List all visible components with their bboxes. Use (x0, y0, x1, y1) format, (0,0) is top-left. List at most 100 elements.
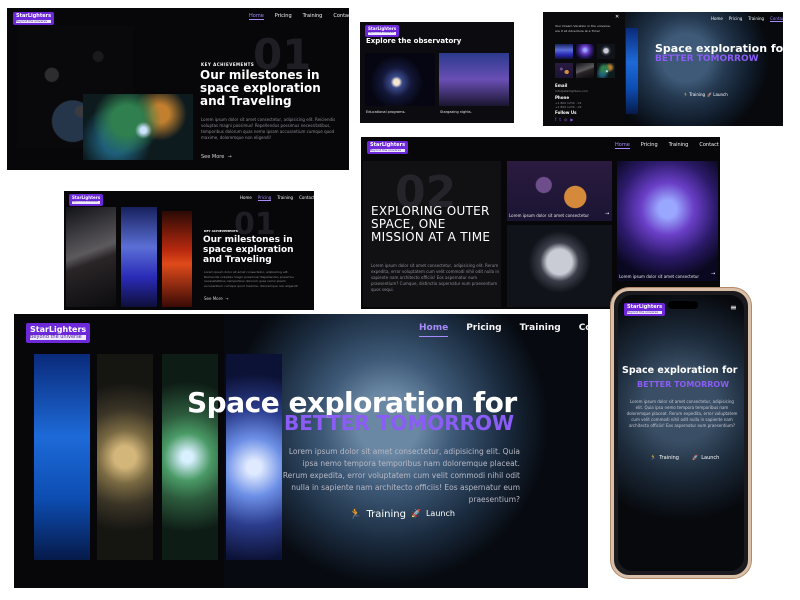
nav-training[interactable]: Training (748, 16, 764, 22)
hero-body: Lorem ipsum dolor sit amet consectetur, … (282, 447, 520, 504)
training-button[interactable]: 🏃 Training (683, 92, 705, 97)
arrow-right-icon[interactable]: → (605, 211, 609, 217)
arrow-right-icon: → (223, 296, 229, 301)
launch-label: Launch (425, 509, 455, 518)
contact-frame: ✕ Your Dream Vacation in the universe, a… (543, 12, 783, 126)
main-nav: Home Pricing Training Contact (249, 13, 349, 20)
brand-tagline: Beyond the universe (16, 20, 52, 23)
nav-pricing[interactable]: Pricing (729, 16, 742, 22)
brand-tagline: Beyond the universe (72, 200, 101, 204)
contact-intro: Your Dream Vacation in the universe, are… (555, 24, 611, 33)
nav-home[interactable]: Home (240, 195, 252, 201)
milestones-kicker: KEY ACHIEVEMENTS (204, 229, 238, 233)
nav-contact[interactable]: Contact (699, 142, 718, 149)
mission-card-caption-2: Lorem ipsum dolor sit amet consectetur (619, 274, 700, 279)
nav-home[interactable]: Home (419, 323, 449, 337)
see-more-link[interactable]: See More → (204, 296, 229, 301)
earth-image (621, 12, 783, 126)
nav-training[interactable]: Training (277, 195, 293, 201)
training-label: Training (689, 92, 706, 97)
phone-notch (668, 301, 698, 309)
nav-pricing[interactable]: Pricing (466, 323, 501, 337)
youtube-icon[interactable]: ▶ (570, 117, 576, 122)
blue-cloud-panel (34, 354, 90, 560)
email-label: Email (555, 83, 568, 88)
green-nebula-image (83, 94, 193, 160)
main-nav: Home Pricing Training Contact (711, 16, 783, 22)
thumb-4[interactable] (555, 63, 573, 78)
nav-contact[interactable]: Contact (299, 195, 314, 201)
arrow-right-icon[interactable]: → (711, 271, 715, 277)
nav-training[interactable]: Training (669, 142, 689, 149)
training-button[interactable]: 🏃 Training (349, 509, 406, 520)
mission-body: Lorem ipsum dolor sit amet consectetur, … (371, 263, 500, 292)
nav-pricing[interactable]: Pricing (641, 142, 658, 149)
stargazers-image[interactable] (439, 53, 509, 106)
observatory-caption-1: Educational programs. (366, 110, 406, 114)
email-value[interactable]: info@starlighters.com (555, 89, 588, 93)
nav-contact[interactable]: Contact (333, 13, 349, 20)
launch-button[interactable]: 🚀 Launch (411, 509, 455, 518)
phone-value-2[interactable]: +1 800 1234 - 02 (555, 105, 582, 109)
hero-frame: StarLighters Beyond the universe Home Pr… (14, 314, 588, 588)
rocket-icon: 🚀 (411, 509, 421, 518)
brand-logo[interactable]: StarLighters Beyond the universe (367, 141, 409, 154)
rocket-icon: 🚀 (692, 455, 699, 461)
milestones-title: Our milestones in space exploration and … (203, 235, 294, 265)
close-icon[interactable]: ✕ (615, 14, 619, 20)
nav-home[interactable]: Home (615, 142, 630, 149)
milestones-title: Our milestones in space exploration and … (200, 68, 321, 108)
thumb-5[interactable] (576, 63, 594, 78)
nav-pricing[interactable]: Pricing (257, 195, 272, 201)
purple-nebula-image[interactable] (617, 161, 718, 281)
nav-home[interactable]: Home (249, 13, 264, 20)
social-icons: ft◎▶ (555, 117, 577, 122)
follow-label: Follow Us (555, 110, 577, 115)
brand-tagline: Beyond the universe (368, 31, 397, 35)
spiral-galaxy-image[interactable] (365, 53, 435, 106)
mission-card-caption-1: Lorem ipsum dolor sit amet consectetur (509, 213, 590, 218)
thumb-1[interactable] (555, 44, 573, 59)
brand-tagline: Beyond the universe (370, 149, 406, 152)
launch-button[interactable]: 🚀 Launch (707, 92, 728, 97)
nav-training[interactable]: Training (303, 13, 323, 20)
see-more-label: See More (201, 154, 225, 160)
nav-home[interactable]: Home (711, 16, 723, 22)
brand-logo[interactable]: StarLighters Beyond the universe (365, 25, 400, 37)
thumb-2[interactable] (576, 44, 594, 59)
hero-strip-image (626, 28, 638, 114)
running-icon: 🏃 (650, 455, 657, 461)
thumb-3[interactable] (597, 44, 615, 59)
nav-contact[interactable]: Contact (770, 16, 783, 22)
brand-tagline: Beyond the universe (627, 311, 663, 314)
observatory-caption-2: Stargazing nights. (440, 110, 472, 114)
brand-tagline: Beyond the universe (30, 335, 87, 340)
nav-contact[interactable]: Contact (579, 323, 588, 337)
astronaut-image[interactable] (507, 225, 612, 307)
training-button[interactable]: 🏃 Training (650, 455, 679, 461)
hamburger-menu-icon[interactable]: ≡ (730, 303, 737, 312)
milestones-body: Lorem ipsum dolor sit amet consectetur, … (201, 117, 336, 140)
red-nebula-image (162, 211, 192, 307)
launch-button[interactable]: 🚀 Launch (692, 455, 719, 461)
main-nav: Home Pricing Training Contact (240, 195, 314, 201)
thumb-6[interactable] (597, 63, 615, 78)
planets-image[interactable] (507, 161, 612, 221)
green-cloud-panel (162, 354, 218, 560)
brand-logo[interactable]: StarLighters Beyond the universe (26, 323, 91, 343)
main-nav: Home Pricing Training Contact (419, 323, 588, 337)
brand-logo[interactable]: StarLighters Beyond the universe (69, 194, 104, 206)
brand-logo[interactable]: StarLighters Beyond the universe (13, 12, 55, 25)
nav-training[interactable]: Training (520, 323, 561, 337)
blue-flare-panel (226, 354, 282, 560)
milestones-variant-frame: StarLighters Beyond the universe Home Pr… (64, 191, 314, 310)
training-label: Training (659, 455, 679, 461)
mission-frame: StarLighters Beyond the universe Home Pr… (361, 137, 720, 309)
phone-screen: StarLighters Beyond the universe ≡ Space… (618, 295, 744, 571)
see-more-link[interactable]: See More → (201, 154, 232, 160)
showcase-canvas: StarLighters Beyond the universe Home Pr… (0, 0, 800, 600)
brand-logo[interactable]: StarLighters Beyond the universe (624, 303, 666, 316)
nav-pricing[interactable]: Pricing (275, 13, 292, 20)
hero-subtitle: BETTER TOMORROW (284, 411, 515, 435)
phone-mockup: StarLighters Beyond the universe ≡ Space… (611, 288, 751, 578)
